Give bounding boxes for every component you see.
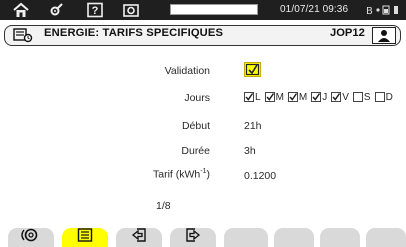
tariff-value[interactable]: 0.1200 xyxy=(244,170,276,182)
checkbox-empty-icon xyxy=(374,92,385,102)
day-letter: D xyxy=(385,91,393,103)
day-checkbox[interactable]: D xyxy=(374,91,393,103)
home-icon[interactable] xyxy=(10,1,32,19)
day-checkbox[interactable]: L xyxy=(244,92,261,103)
day-checkbox[interactable]: M xyxy=(264,91,284,103)
settings-icon[interactable] xyxy=(47,1,67,19)
day-letter: L xyxy=(255,91,261,103)
checkbox-checked-icon xyxy=(244,92,254,102)
day-letter: M xyxy=(298,91,308,103)
help-icon[interactable]: ? xyxy=(84,1,106,19)
days-label: Jours xyxy=(184,92,210,104)
datetime: 01/07/21 09:36 xyxy=(280,4,349,15)
days-checkbox-group: LMMJVSD xyxy=(244,90,397,104)
tariff-code: JOP12 xyxy=(330,27,365,39)
day-letter: M xyxy=(275,91,284,103)
status-bar: ? 01/07/21 09:36 B xyxy=(0,0,406,20)
bottom-tab-bar xyxy=(0,228,406,247)
checkbox-checked-icon xyxy=(311,92,322,102)
tab-list[interactable] xyxy=(62,228,108,247)
checkbox-empty-icon xyxy=(352,92,363,102)
day-checkbox[interactable]: M xyxy=(287,91,308,103)
validation-label: Validation xyxy=(164,65,210,77)
previous-icon xyxy=(131,228,147,247)
day-letter: V xyxy=(342,91,349,103)
validation-checkbox[interactable] xyxy=(244,62,261,77)
tab-next[interactable] xyxy=(170,228,216,247)
tariff-label: Tarif (kWh-1) xyxy=(153,168,210,181)
day-checkbox[interactable]: S xyxy=(352,91,371,103)
page-title: ENERGIE: TARIFS SPECIFIQUES xyxy=(44,27,224,39)
duration-value[interactable]: 3h xyxy=(244,145,256,157)
battery-status-icons: B xyxy=(366,4,402,19)
day-letter: J xyxy=(322,91,328,103)
svg-text:B: B xyxy=(366,6,373,16)
progress-fill xyxy=(171,5,257,14)
duration-label: Durée xyxy=(181,145,210,157)
checkbox-checked-icon xyxy=(264,92,275,102)
tab-previous[interactable] xyxy=(116,228,162,247)
tariff-screen-icon xyxy=(13,28,33,48)
tab-empty-7[interactable] xyxy=(320,228,360,247)
checkbox-checked-icon xyxy=(331,92,342,102)
tab-empty-5[interactable] xyxy=(224,228,268,247)
checkbox-checked-icon xyxy=(287,92,298,102)
next-icon xyxy=(185,228,201,247)
day-checkbox[interactable]: V xyxy=(331,92,349,103)
circle-zero-icon xyxy=(19,228,43,247)
day-letter: S xyxy=(363,91,371,103)
user-icon[interactable] xyxy=(372,27,396,44)
camera-icon[interactable] xyxy=(120,1,142,19)
memory-progress-bar xyxy=(170,4,258,15)
page-indicator: 1/8 xyxy=(156,200,171,212)
tab-energy-meter[interactable] xyxy=(8,228,54,247)
start-label: Début xyxy=(181,120,210,132)
start-value[interactable]: 21h xyxy=(244,120,262,132)
day-checkbox[interactable]: J xyxy=(311,92,327,103)
list-icon xyxy=(77,228,93,247)
tab-empty-8[interactable] xyxy=(366,228,406,247)
svg-text:?: ? xyxy=(92,5,99,17)
tab-empty-6[interactable] xyxy=(274,228,314,247)
